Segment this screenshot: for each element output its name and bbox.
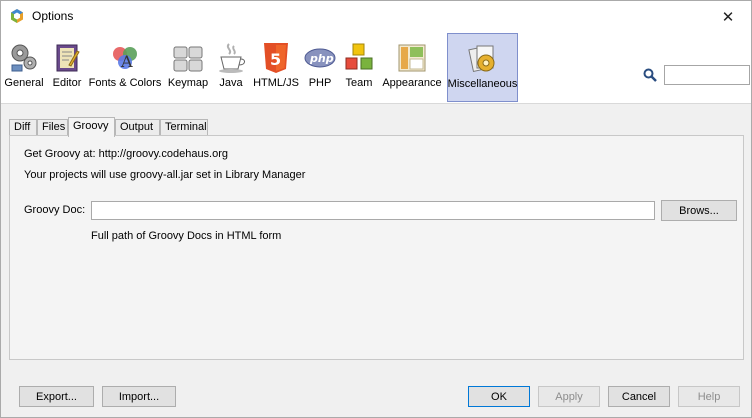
close-button[interactable]: ✕ [705, 1, 751, 32]
ok-button[interactable]: OK [468, 386, 530, 407]
editor-icon [56, 44, 80, 72]
miscellaneous-icon [467, 45, 494, 73]
groovy-doc-label: Groovy Doc: [24, 204, 86, 216]
category-miscellaneous[interactable]: Miscellaneous [447, 33, 518, 102]
netbeans-logo-icon [11, 9, 23, 23]
svg-text:5: 5 [270, 50, 281, 69]
category-fonts-colors[interactable]: A Fonts & Colors [89, 33, 161, 102]
category-label: Team [345, 77, 373, 89]
tab-files[interactable]: Files [37, 119, 68, 136]
toolbar-separator [1, 103, 751, 104]
tab-output[interactable]: Output [115, 119, 160, 136]
category-general[interactable]: General [4, 33, 44, 102]
category-label: Appearance [382, 77, 442, 89]
export-button[interactable]: Export... [19, 386, 94, 407]
gears-icon [11, 44, 37, 72]
category-html-js[interactable]: 5 HTML/JS [253, 33, 299, 102]
category-label: HTML/JS [253, 77, 299, 89]
category-editor[interactable]: Editor [49, 33, 85, 102]
appearance-icon [398, 44, 426, 72]
search-icon [643, 68, 657, 82]
projects-note-text: Your projects will use groovy-all.jar se… [24, 169, 306, 181]
import-button[interactable]: Import... [102, 386, 176, 407]
html5-icon: 5 [264, 43, 288, 73]
category-appearance[interactable]: Appearance [381, 33, 443, 102]
close-icon: ✕ [721, 7, 735, 26]
tab-groovy[interactable]: Groovy [68, 117, 115, 137]
category-label: Fonts & Colors [88, 77, 162, 89]
category-label: Miscellaneous [447, 78, 518, 90]
fonts-colors-icon: A [113, 47, 137, 71]
team-cubes-icon [345, 43, 373, 70]
category-keymap[interactable]: Keymap [167, 33, 209, 102]
tab-diff[interactable]: Diff [9, 119, 37, 136]
tab-terminal[interactable]: Terminal [160, 119, 208, 136]
category-label: Keymap [167, 77, 209, 89]
apply-button[interactable]: Apply [538, 386, 600, 407]
svg-text:A: A [120, 52, 133, 71]
category-label: General [4, 77, 44, 89]
help-button[interactable]: Help [678, 386, 740, 407]
title-bar: Options ✕ [1, 1, 751, 32]
keymap-icon [173, 46, 203, 72]
category-label: Java [219, 77, 243, 89]
svg-text:php: php [309, 52, 334, 65]
get-groovy-text: Get Groovy at: http://groovy.codehaus.or… [24, 148, 229, 160]
category-label: PHP [308, 77, 332, 89]
groovy-doc-input[interactable] [91, 201, 655, 220]
php-icon: php [304, 48, 336, 68]
search-input[interactable] [664, 65, 750, 85]
window-title: Options [32, 9, 74, 23]
groovy-panel: Get Groovy at: http://groovy.codehaus.or… [9, 135, 744, 360]
cancel-button[interactable]: Cancel [608, 386, 670, 407]
java-cup-icon [219, 43, 245, 73]
category-label: Editor [52, 77, 82, 89]
category-team[interactable]: Team [341, 33, 377, 102]
groovy-doc-hint: Full path of Groovy Docs in HTML form [91, 230, 282, 242]
category-php[interactable]: php PHP [303, 33, 337, 102]
options-window: Options ✕ General Editor A Fonts & Color… [0, 0, 752, 418]
browse-button[interactable]: Brows... [661, 200, 737, 221]
category-toolbar: General Editor A Fonts & Colors Keymap J… [1, 32, 751, 103]
category-java[interactable]: Java [215, 33, 247, 102]
